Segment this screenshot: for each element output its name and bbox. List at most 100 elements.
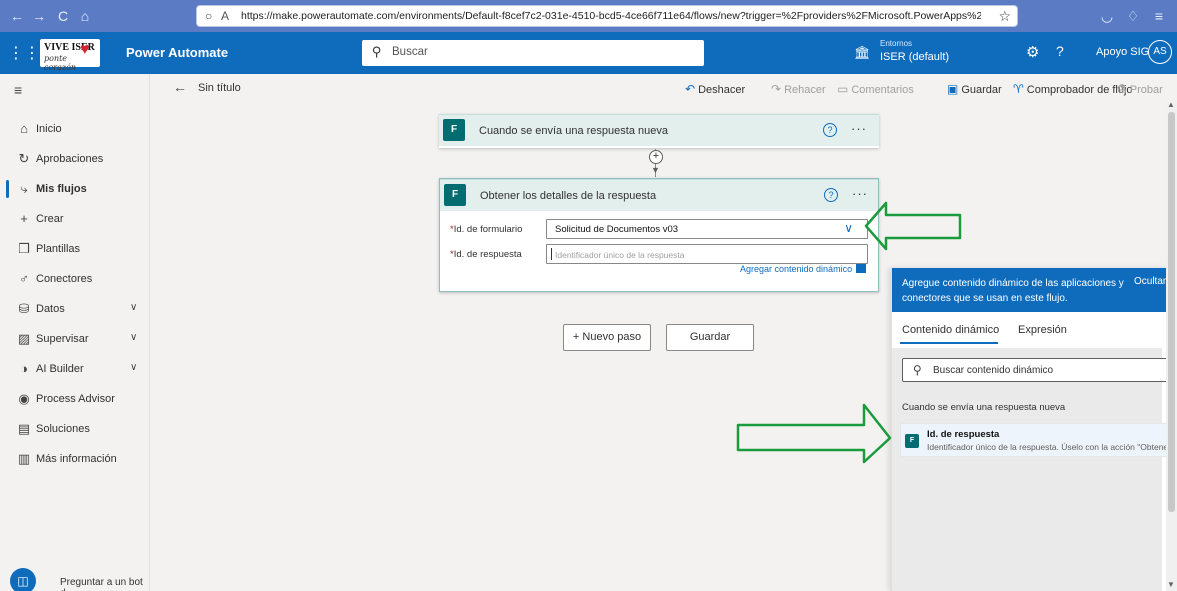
sidebar-item-mis-flujos[interactable]: ⤷ Mis flujos	[0, 174, 150, 204]
sidebar-item-aprobaciones[interactable]: ↻ Aprobaciones	[0, 144, 150, 174]
token-title: Id. de respuesta	[927, 429, 1000, 440]
home-icon: ⌂	[20, 121, 28, 136]
flow-checker-button[interactable]: ♈ Comprobador de flujo	[1013, 82, 1133, 96]
hide-panel-link[interactable]: Ocultar	[1134, 276, 1166, 287]
environment-icon[interactable]: 🏛	[854, 45, 871, 61]
dynamic-content-search-input[interactable]: ⚲ Buscar contenido dinámico	[902, 358, 1168, 382]
active-tab-indicator	[900, 342, 998, 344]
sidebar-item-label: Datos	[36, 303, 65, 315]
token-description: Identificador único de la respuesta. Úse…	[927, 442, 1167, 452]
dynamic-token-response-id[interactable]: F Id. de respuesta Identificador único d…	[900, 423, 1170, 457]
forward-arrow-icon[interactable]: →	[28, 5, 50, 27]
scrollbar-thumb[interactable]	[1168, 112, 1175, 512]
action-title: Obtener los detalles de la respuesta	[480, 190, 657, 202]
sidebar-item-mas-informacion[interactable]: ▥ Más información	[0, 444, 150, 474]
trigger-card[interactable]: F Cuando se envía una respuesta nueva ? …	[439, 114, 879, 148]
redo-button: ↷ Rehacer	[771, 82, 826, 96]
sidebar-item-datos[interactable]: ⛁ Datos ∨	[0, 294, 150, 324]
sidebar-item-plantillas[interactable]: ❒ Plantillas	[0, 234, 150, 264]
undo-button[interactable]: ↶ Deshacer	[685, 82, 745, 96]
response-id-label: *Id. de respuesta	[450, 249, 522, 260]
chevron-down-icon[interactable]: ∨	[130, 332, 137, 343]
flow-title[interactable]: Sin título	[198, 82, 241, 94]
more-options-icon[interactable]: ···	[851, 121, 867, 136]
help-icon[interactable]: ?	[824, 188, 838, 202]
canvas-scrollbar[interactable]: ▲ ▼	[1166, 100, 1177, 591]
form-id-label-text: Id. de formulario	[453, 224, 523, 235]
scroll-down-icon[interactable]: ▼	[1167, 580, 1175, 589]
chatbot-button[interactable]: ◫	[10, 568, 36, 591]
org-logo[interactable]: VIVE ISER ponte corazón ♥	[40, 39, 100, 72]
app-header: ⋮⋮ VIVE ISER ponte corazón ♥ Power Autom…	[0, 32, 1177, 74]
user-name[interactable]: Apoyo SIG	[1096, 46, 1149, 58]
sidebar-item-label: AI Builder	[36, 363, 84, 375]
response-id-input[interactable]: Identificador único de la respuesta	[546, 244, 868, 264]
dynamic-section-title: Cuando se envía una respuesta nueva	[902, 402, 1066, 413]
home-browser-icon[interactable]: ⌂	[74, 5, 96, 27]
trigger-card-header[interactable]: F Cuando se envía una respuesta nueva ? …	[439, 114, 879, 146]
sidebar-item-crear[interactable]: + Crear	[0, 204, 150, 234]
search-icon: ⚲	[372, 44, 382, 59]
sidebar-item-label: Soluciones	[36, 423, 90, 435]
sidebar-item-inicio[interactable]: ⌂ Inicio	[0, 114, 150, 144]
environment-name[interactable]: ISER (default)	[880, 51, 949, 63]
comments-label: Comentarios	[851, 84, 914, 96]
app-name[interactable]: Power Automate	[126, 45, 228, 60]
sidebar-item-conectores[interactable]: ♂ Conectores	[0, 264, 150, 294]
add-dynamic-content-link[interactable]: Agregar contenido dinámico	[740, 264, 867, 274]
sidebar-item-label: Mis flujos	[36, 183, 87, 195]
logo-tagline: ponte corazón	[44, 54, 77, 72]
save-button[interactable]: Guardar	[666, 324, 754, 351]
insert-step-icon[interactable]: +	[649, 150, 663, 164]
dynamic-content-panel: Agregue contenido dinámico de las aplica…	[891, 268, 1170, 591]
app-launcher-icon[interactable]: ⋮⋮	[8, 43, 40, 63]
gear-icon[interactable]: ⚙	[1026, 43, 1039, 61]
back-arrow-icon[interactable]: ←	[6, 5, 28, 27]
more-options-icon[interactable]: ···	[852, 186, 868, 201]
sidebar-item-supervisar[interactable]: ▨ Supervisar ∨	[0, 324, 150, 354]
sidebar-item-ai-builder[interactable]: ◑ AI Builder ∨	[0, 354, 150, 384]
dynamic-search-placeholder: Buscar contenido dinámico	[933, 365, 1054, 376]
connectors-icon: ♂	[19, 271, 29, 286]
avatar[interactable]: AS	[1148, 40, 1172, 64]
sidebar-item-label: Supervisar	[36, 333, 89, 345]
sidebar-item-process-advisor[interactable]: ◉ Process Advisor	[0, 384, 150, 414]
hamburger-icon[interactable]: ≡	[14, 82, 22, 98]
url-text: https://make.powerautomate.com/environme…	[241, 10, 981, 22]
action-card[interactable]: F Obtener los detalles de la respuesta ?…	[439, 178, 879, 292]
chevron-down-icon[interactable]: ∨	[844, 221, 853, 235]
save-toolbar-button[interactable]: ▣ Guardar	[947, 82, 1002, 96]
chevron-down-icon[interactable]: ∨	[130, 362, 137, 373]
bookmark-star-icon[interactable]: ☆	[998, 8, 1011, 25]
help-icon[interactable]: ?	[823, 123, 837, 137]
sidebar-item-soluciones[interactable]: ▤ Soluciones	[0, 414, 150, 444]
menu-icon[interactable]: ≡	[1148, 5, 1170, 27]
chevron-down-icon[interactable]: ∨	[130, 302, 137, 313]
search-input[interactable]: ⚲ Buscar	[362, 40, 704, 66]
browser-toolbar: ← → C ⌂ ○ A https://make.powerautomate.c…	[0, 0, 1177, 32]
process-advisor-icon: ◉	[18, 391, 30, 406]
account-icon[interactable]: ♢	[1122, 5, 1144, 27]
back-arrow-icon[interactable]: ←	[173, 79, 187, 95]
form-id-dropdown[interactable]: Solicitud de Documentos v03 ∨	[546, 219, 868, 239]
trigger-title: Cuando se envía una respuesta nueva	[479, 125, 668, 137]
scroll-up-icon[interactable]: ▲	[1167, 100, 1175, 109]
tab-dynamic-content[interactable]: Contenido dinámico	[902, 324, 999, 336]
chatbot-label[interactable]: Preguntar a un bot d...	[60, 577, 149, 591]
action-card-header[interactable]: F Obtener los detalles de la respuesta ?…	[440, 179, 878, 211]
pocket-icon[interactable]: ◡	[1096, 5, 1118, 27]
forms-icon: F	[905, 434, 919, 448]
forms-icon: F	[444, 184, 466, 206]
reload-icon[interactable]: C	[52, 5, 74, 27]
book-icon: ▥	[17, 451, 31, 466]
sidebar-item-label: Aprobaciones	[36, 153, 104, 165]
chat-icon: ◫	[17, 574, 29, 588]
tab-expression[interactable]: Expresión	[1018, 324, 1067, 336]
monitor-icon: ▨	[17, 331, 31, 346]
new-step-button[interactable]: + Nuevo paso	[563, 324, 651, 351]
templates-icon: ❒	[18, 241, 30, 256]
solutions-icon: ▤	[17, 421, 31, 436]
address-bar[interactable]: ○ A https://make.powerautomate.com/envir…	[196, 5, 1018, 27]
save-label: Guardar	[961, 84, 1002, 96]
help-icon[interactable]: ?	[1056, 43, 1064, 59]
